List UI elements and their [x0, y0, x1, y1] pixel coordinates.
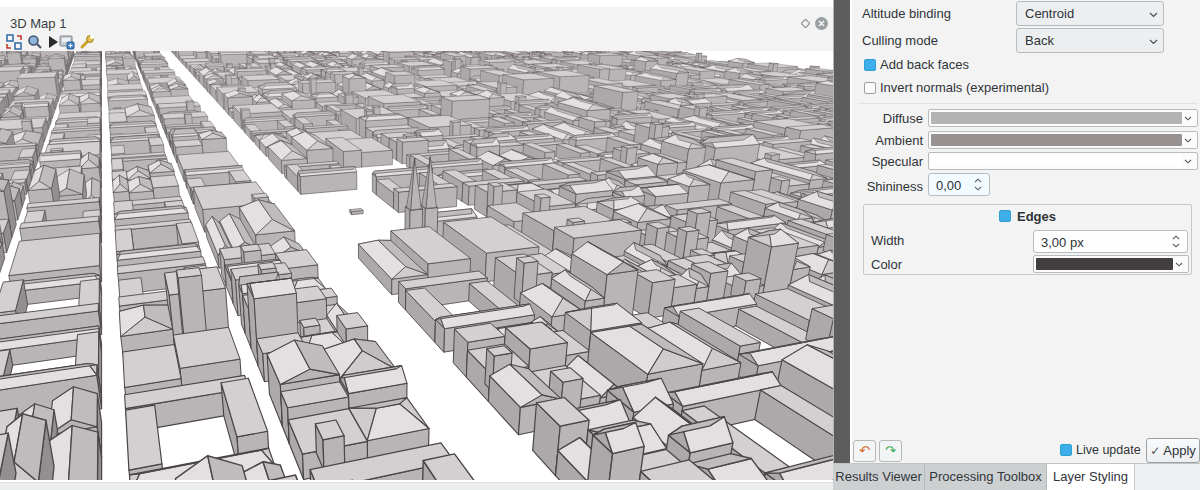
map-panel-header: 3D Map 1 [0, 7, 833, 32]
apply-check-icon: ✓ [1150, 444, 1160, 458]
add-back-faces-label: Add back faces [880, 57, 969, 72]
specular-color-button[interactable] [928, 152, 1198, 170]
undo-icon: ↶ [859, 443, 870, 458]
map-3d-viewport[interactable] [0, 51, 833, 482]
specular-swatch [931, 155, 1182, 167]
altitude-binding-label: Altitude binding [862, 6, 951, 21]
diffuse-swatch [931, 112, 1182, 124]
configure-wrench-icon[interactable] [79, 34, 95, 50]
chevron-down-icon [1184, 116, 1192, 121]
specular-label: Specular [852, 154, 923, 169]
culling-mode-value: Back [1025, 33, 1054, 48]
redo-button[interactable]: ↷ [879, 440, 902, 462]
invert-normals-label: Invert normals (experimental) [880, 80, 1049, 95]
shininess-label: Shininess [852, 179, 923, 194]
spin-down-icon[interactable] [1172, 243, 1180, 248]
map-toolbar [0, 32, 833, 52]
close-panel-icon[interactable] [814, 16, 829, 31]
spin-down-icon[interactable] [974, 186, 982, 191]
culling-mode-label: Culling mode [862, 33, 938, 48]
edges-title: Edges [1017, 209, 1056, 224]
ambient-label: Ambient [852, 133, 923, 148]
shininess-spinbox[interactable]: 0,00 [928, 173, 990, 196]
float-panel-icon[interactable] [801, 19, 810, 28]
spin-up-icon[interactable] [974, 178, 982, 183]
edges-groupbox: Edges Width 3,00 px Color [863, 204, 1192, 275]
city-3d-render [0, 51, 833, 480]
zoom-full-icon[interactable] [27, 34, 43, 50]
apply-label: Apply [1163, 443, 1196, 458]
chevron-down-icon [1175, 262, 1183, 267]
edges-width-spinbox[interactable]: 3,00 px [1033, 230, 1188, 253]
altitude-binding-value: Centroid [1025, 6, 1074, 21]
edges-color-label: Color [871, 257, 902, 272]
altitude-binding-select[interactable]: Centroid [1016, 1, 1164, 26]
edges-width-label: Width [871, 233, 904, 248]
redo-icon: ↷ [885, 443, 896, 458]
map-3d-panel: 3D Map 1 [0, 0, 833, 490]
live-update-checkbox[interactable] [1060, 444, 1072, 456]
edges-color-swatch [1036, 258, 1173, 270]
diffuse-label: Diffuse [852, 111, 923, 126]
spin-up-icon[interactable] [1172, 235, 1180, 240]
chevron-down-icon [1184, 138, 1192, 143]
panel-separator-handle[interactable] [834, 0, 850, 463]
spin-arrows[interactable] [974, 174, 984, 195]
tab-results-viewer[interactable]: Results Viewer [833, 464, 925, 490]
invert-normals-checkbox[interactable] [864, 82, 876, 94]
camera-control-icon[interactable] [6, 34, 22, 50]
spin-arrows[interactable] [1172, 231, 1182, 252]
map-panel-title: 3D Map 1 [10, 16, 66, 31]
diffuse-color-button[interactable] [928, 109, 1198, 127]
shininess-value: 0,00 [936, 177, 961, 192]
map-bottom-strip [0, 482, 833, 490]
ambient-swatch [931, 134, 1182, 146]
save-image-icon[interactable] [59, 34, 75, 50]
edges-color-button[interactable] [1033, 255, 1189, 273]
edges-width-value: 3,00 px [1041, 234, 1084, 249]
undo-button[interactable]: ↶ [853, 440, 876, 462]
culling-mode-select[interactable]: Back [1016, 28, 1164, 53]
add-back-faces-checkbox[interactable] [864, 59, 876, 71]
tab-processing-toolbox[interactable]: Processing Toolbox [925, 464, 1047, 490]
live-update-label: Live update [1076, 443, 1141, 457]
chevron-down-icon [1149, 12, 1158, 18]
chevron-down-icon [1149, 39, 1158, 45]
layer-styling-panel: Altitude binding Centroid Culling mode B… [850, 0, 1200, 463]
ambient-color-button[interactable] [928, 131, 1198, 149]
chevron-down-icon [1184, 159, 1192, 164]
apply-button[interactable]: ✓Apply [1146, 438, 1200, 463]
edges-checkbox[interactable] [999, 210, 1011, 222]
bottom-tabbar: Results Viewer Processing Toolbox Layer … [833, 463, 1200, 490]
tab-layer-styling[interactable]: Layer Styling [1047, 464, 1135, 490]
section-separator [858, 103, 1198, 104]
